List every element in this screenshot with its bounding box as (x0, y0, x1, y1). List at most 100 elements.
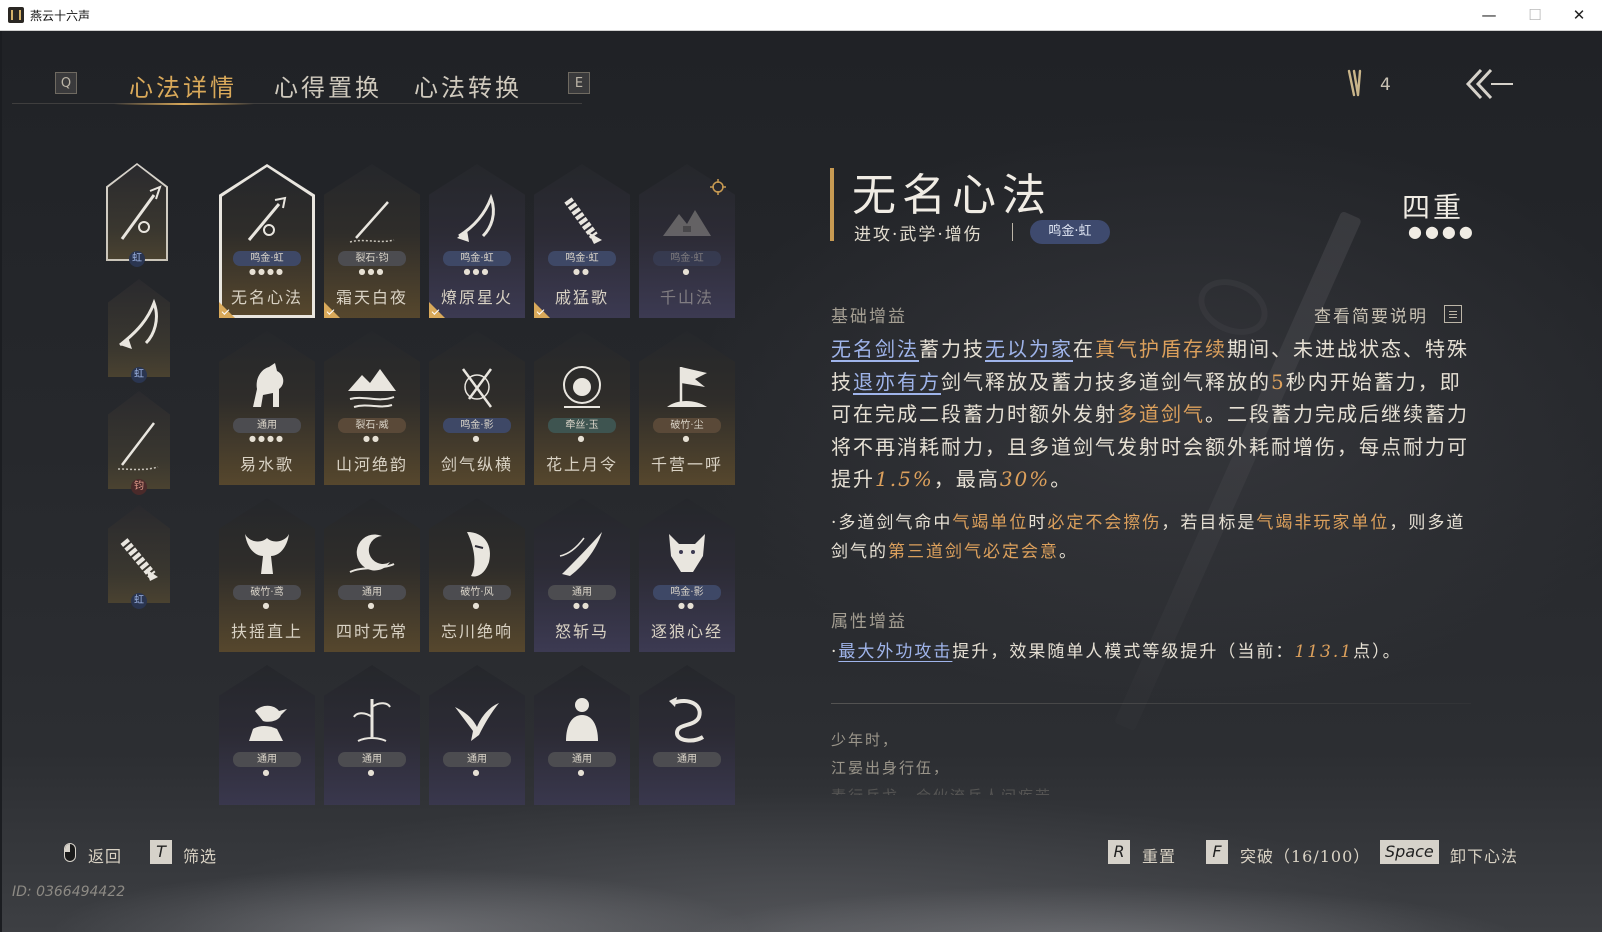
section-attribute-bonus: 属性增益 (831, 612, 907, 632)
xinfa-card[interactable]: 鸣金·虹 ●● 戚猛歌 (534, 164, 630, 318)
xinfa-card[interactable]: 破竹·风 ● 忘川绝响 (429, 498, 525, 652)
xinfa-card[interactable]: 破竹·鸢 ● 扶摇直上 (219, 498, 315, 652)
card-name: 四时无常 (335, 622, 408, 641)
spear-icon (349, 201, 395, 243)
minimize-button[interactable]: — (1466, 0, 1512, 30)
breakthrough-key[interactable]: F (1206, 840, 1228, 864)
card-school-tag: 破竹·鸢 (233, 585, 301, 600)
filter-key[interactable]: T (150, 840, 172, 864)
xinfa-card[interactable]: 鸣金·影 ●● 逐狼心经 (639, 498, 735, 652)
card-name: 易水歌 (239, 455, 294, 474)
card-tier-dots: ● (577, 768, 587, 777)
xinfa-card[interactable]: 通用 ● (429, 665, 525, 805)
card-name: 扶摇直上 (230, 622, 303, 641)
xinfa-card[interactable]: 裂石·威 ●● 山河绝韵 (324, 331, 420, 485)
xinfa-card[interactable]: 破竹·尘 ● 千营一呼 (639, 331, 735, 485)
tab-xinfa-convert[interactable]: 心法转换 (414, 68, 522, 103)
xinfa-card[interactable]: 通用 ● (219, 665, 315, 805)
slot-badge: 钧 (131, 479, 147, 495)
equipped-slot-3[interactable]: 钧 (108, 391, 170, 495)
close-button[interactable]: ✕ (1556, 0, 1602, 30)
bracer-icon (120, 538, 158, 581)
list-icon[interactable] (1444, 305, 1462, 323)
card-school-tag: 通用 (548, 585, 616, 600)
locate-target-icon[interactable] (710, 179, 726, 195)
card-tier-dots: ●● (573, 267, 591, 276)
equipped-slot-1[interactable]: 虹 (106, 163, 168, 267)
attribute-bonus-text: ·最大外功攻击提升，效果随单人模式等级提升（当前：113.1点）。 (831, 638, 1481, 667)
lore-line: 江晏出身行伍， (831, 759, 951, 777)
equipped-check-icon (429, 302, 445, 318)
xinfa-card[interactable]: 通用 ● 四时无常 (324, 498, 420, 652)
card-school-tag: 破竹·尘 (653, 418, 721, 433)
slot-badge: 虹 (129, 251, 145, 267)
xinfa-card[interactable]: 牵丝·玉 ● 花上月令 (534, 331, 630, 485)
dragon-icon (669, 697, 705, 743)
mask-icon (467, 532, 491, 577)
mountain-icon (663, 210, 711, 236)
card-tier-dots: ●● (678, 601, 696, 610)
reset-label[interactable]: 重置 (1142, 843, 1176, 867)
tab-xinde-swap[interactable]: 心得置换 (274, 68, 382, 103)
equipped-check-icon (324, 302, 340, 318)
spear-icon (117, 422, 159, 471)
eagle-icon (245, 534, 289, 574)
back-label[interactable]: 返回 (88, 843, 122, 867)
card-name: 逐狼心经 (650, 622, 723, 641)
card-name: 山河绝韵 (335, 455, 408, 474)
breakthrough-label[interactable]: 突破（16/100） (1240, 843, 1370, 867)
card-school-tag: 牵丝·玉 (548, 418, 616, 433)
card-tier-dots: ●●● (463, 267, 491, 276)
window-titlebar: 燕云十六声 — ☐ ✕ (0, 0, 1602, 31)
equipped-slot-2[interactable]: 虹 (108, 279, 170, 383)
unequip-key[interactable]: Space (1380, 840, 1439, 864)
base-bonus-text: 无名剑法蓄力技无以为家在真气护盾存续期间、未进战状态、特殊技退亦有方剑气释放及蓄… (831, 333, 1481, 496)
card-tier-dots: ● (262, 601, 272, 610)
xinfa-card[interactable]: 鸣金·虹 ●●● 燎原星火 (429, 164, 525, 318)
card-tier-dots: ● (577, 434, 587, 443)
reset-key[interactable]: R (1108, 840, 1130, 864)
game-view: Q 心法详情 心得置换 心法转换 E 4 虹 虹 钧 虹 鸣金·虹 ●●●● 无… (2, 31, 1602, 932)
card-tier-dots: ●● (363, 434, 381, 443)
xinfa-card[interactable]: 通用 (639, 665, 735, 805)
tab-xinfa-details[interactable]: 心法详情 (129, 68, 237, 103)
unequip-label[interactable]: 卸下心法 (1450, 843, 1518, 867)
slot-badge: 虹 (131, 367, 147, 383)
text-run: 在 (1073, 337, 1095, 361)
card-school-tag: 通用 (653, 752, 721, 767)
card-school-tag: 鸣金·影 (653, 585, 721, 600)
xinfa-card[interactable]: 通用 ●●●● 易水歌 (219, 331, 315, 485)
text-run: 点）。 (1353, 642, 1402, 662)
xinfa-card[interactable]: 裂石·钧 ●●● 霜天白夜 (324, 164, 420, 318)
term-link[interactable]: 退亦有方 (853, 370, 941, 394)
xinfa-card[interactable]: 鸣金·虹 ●●●● 无名心法 (219, 164, 315, 318)
xinfa-card[interactable]: 通用 ● (534, 665, 630, 805)
tab-prev-key[interactable]: Q (55, 72, 77, 94)
back-arrow-icon[interactable] (1465, 67, 1515, 101)
maximize-button[interactable]: ☐ (1512, 0, 1558, 30)
buddha-icon (566, 698, 598, 741)
text-run: 。 (1050, 467, 1073, 491)
xinfa-card[interactable]: 鸣金·影 ● 剑气纵横 (429, 331, 525, 485)
term-link[interactable]: 最大外功攻击 (838, 642, 952, 662)
text-run: 提升，效果随单人模式等级提升（当前： (952, 642, 1295, 662)
sword-icon (247, 196, 287, 241)
text-run: 。 (1059, 542, 1078, 562)
tab-next-key[interactable]: E (568, 72, 590, 94)
horse-icon (253, 363, 284, 407)
tab-rule (12, 103, 582, 104)
detail-separator (1012, 223, 1013, 241)
term-link[interactable]: 无名剑法 (831, 337, 919, 361)
card-tier-dots: ●● (573, 601, 591, 610)
card-name: 剑气纵横 (440, 455, 513, 474)
equipped-slot-4[interactable]: 虹 (108, 505, 170, 609)
view-brief-description-link[interactable]: 查看简要说明 (1314, 302, 1428, 327)
term-link[interactable]: 无以为家 (985, 337, 1073, 361)
xinfa-card[interactable]: 通用 ● (324, 665, 420, 805)
keyword-highlight: 气竭单位 (952, 513, 1029, 533)
equipped-check-icon (219, 302, 235, 318)
filter-label[interactable]: 筛选 (183, 843, 217, 867)
xinfa-card[interactable]: 通用 ●● 怒斩马 (534, 498, 630, 652)
text-run: ，若目标是 (1161, 513, 1257, 533)
card-tier-dots: ● (367, 768, 377, 777)
